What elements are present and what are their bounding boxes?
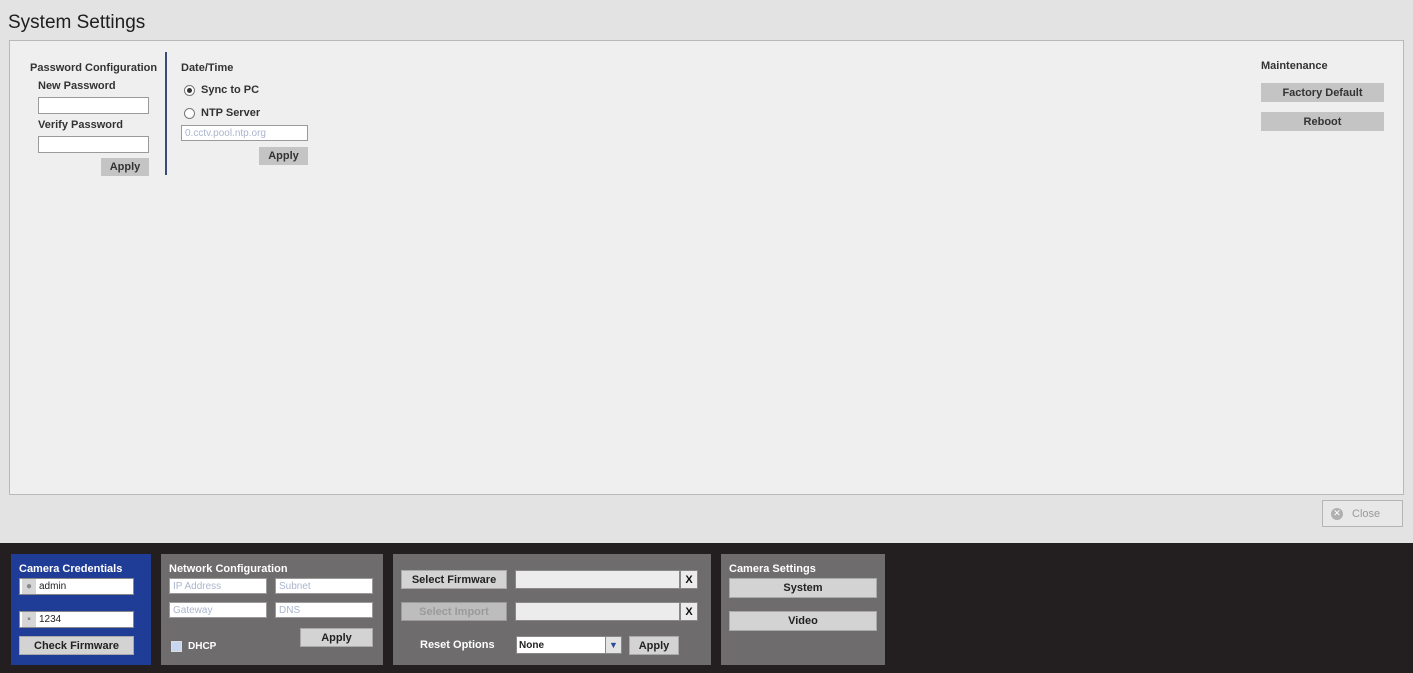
firmware-file-field[interactable]	[515, 570, 680, 589]
reset-options-select[interactable]: None ▼	[516, 636, 622, 654]
ntp-server-label: NTP Server	[201, 107, 261, 119]
reset-options-label: Reset Options	[420, 639, 495, 651]
chevron-down-icon: ▼	[605, 637, 621, 653]
select-import-button[interactable]: Select Import	[401, 602, 507, 621]
camera-credentials-title: Camera Credentials	[19, 563, 123, 575]
datetime-section-label: Date/Time	[181, 62, 234, 74]
new-password-label: New Password	[38, 80, 116, 92]
firmware-apply-button[interactable]: Apply	[629, 636, 679, 655]
dns-input[interactable]	[275, 602, 373, 618]
settings-panel: Password Configuration New Password Veri…	[9, 40, 1404, 495]
select-firmware-button[interactable]: Select Firmware	[401, 570, 507, 589]
camera-settings-title: Camera Settings	[729, 563, 816, 575]
close-icon: ✕	[1331, 507, 1343, 520]
network-configuration-box: Network Configuration DHCP Apply	[161, 554, 383, 665]
close-label: Close	[1352, 507, 1381, 520]
sync-to-pc-radio[interactable]: Sync to PC	[184, 84, 259, 96]
new-password-input[interactable]	[38, 97, 149, 114]
reboot-button[interactable]: Reboot	[1261, 112, 1384, 131]
bottom-toolbar: Camera Credentials ● admin ▪ 1234 Check …	[0, 543, 1413, 673]
ntp-server-radio[interactable]: NTP Server	[184, 107, 260, 119]
dhcp-checkbox[interactable]: DHCP	[171, 641, 216, 652]
maintenance-section-label: Maintenance	[1261, 60, 1328, 72]
dhcp-checkbox-indicator	[171, 641, 182, 652]
check-firmware-button[interactable]: Check Firmware	[19, 636, 134, 655]
clear-firmware-button[interactable]: X	[680, 570, 698, 589]
sync-radio-indicator	[184, 84, 195, 96]
close-button[interactable]: ✕ Close	[1322, 500, 1403, 527]
username-value: admin	[39, 581, 67, 592]
ntp-server-input[interactable]	[181, 125, 308, 141]
password-value: 1234	[39, 614, 62, 625]
dhcp-label: DHCP	[188, 641, 217, 652]
username-input[interactable]: ● admin	[19, 578, 134, 595]
password-section-label: Password Configuration	[30, 62, 158, 74]
verify-password-input[interactable]	[38, 136, 149, 153]
network-configuration-title: Network Configuration	[169, 563, 288, 575]
lock-icon: ▪	[22, 612, 36, 627]
datetime-apply-button[interactable]: Apply	[259, 147, 308, 165]
page-title: System Settings	[8, 12, 146, 33]
subnet-input[interactable]	[275, 578, 373, 594]
gateway-input[interactable]	[169, 602, 267, 618]
import-file-field[interactable]	[515, 602, 680, 621]
video-settings-button[interactable]: Video	[729, 611, 877, 631]
password-apply-button[interactable]: Apply	[101, 158, 149, 176]
camera-settings-box: Camera Settings System Video	[721, 554, 885, 665]
clear-import-button[interactable]: X	[680, 602, 698, 621]
network-apply-button[interactable]: Apply	[300, 628, 373, 647]
password-input[interactable]: ▪ 1234	[19, 611, 134, 628]
ntp-radio-indicator	[184, 107, 195, 119]
verify-password-label: Verify Password	[38, 119, 123, 131]
reset-options-value: None	[519, 639, 544, 651]
camera-credentials-box: Camera Credentials ● admin ▪ 1234 Check …	[11, 554, 151, 665]
sync-to-pc-label: Sync to PC	[201, 84, 260, 96]
user-icon: ●	[22, 579, 36, 594]
firmware-box: Select Firmware X Select Import X Reset …	[393, 554, 711, 665]
system-settings-button[interactable]: System	[729, 578, 877, 598]
ip-address-input[interactable]	[169, 578, 267, 594]
section-divider	[165, 52, 167, 175]
factory-default-button[interactable]: Factory Default	[1261, 83, 1384, 102]
